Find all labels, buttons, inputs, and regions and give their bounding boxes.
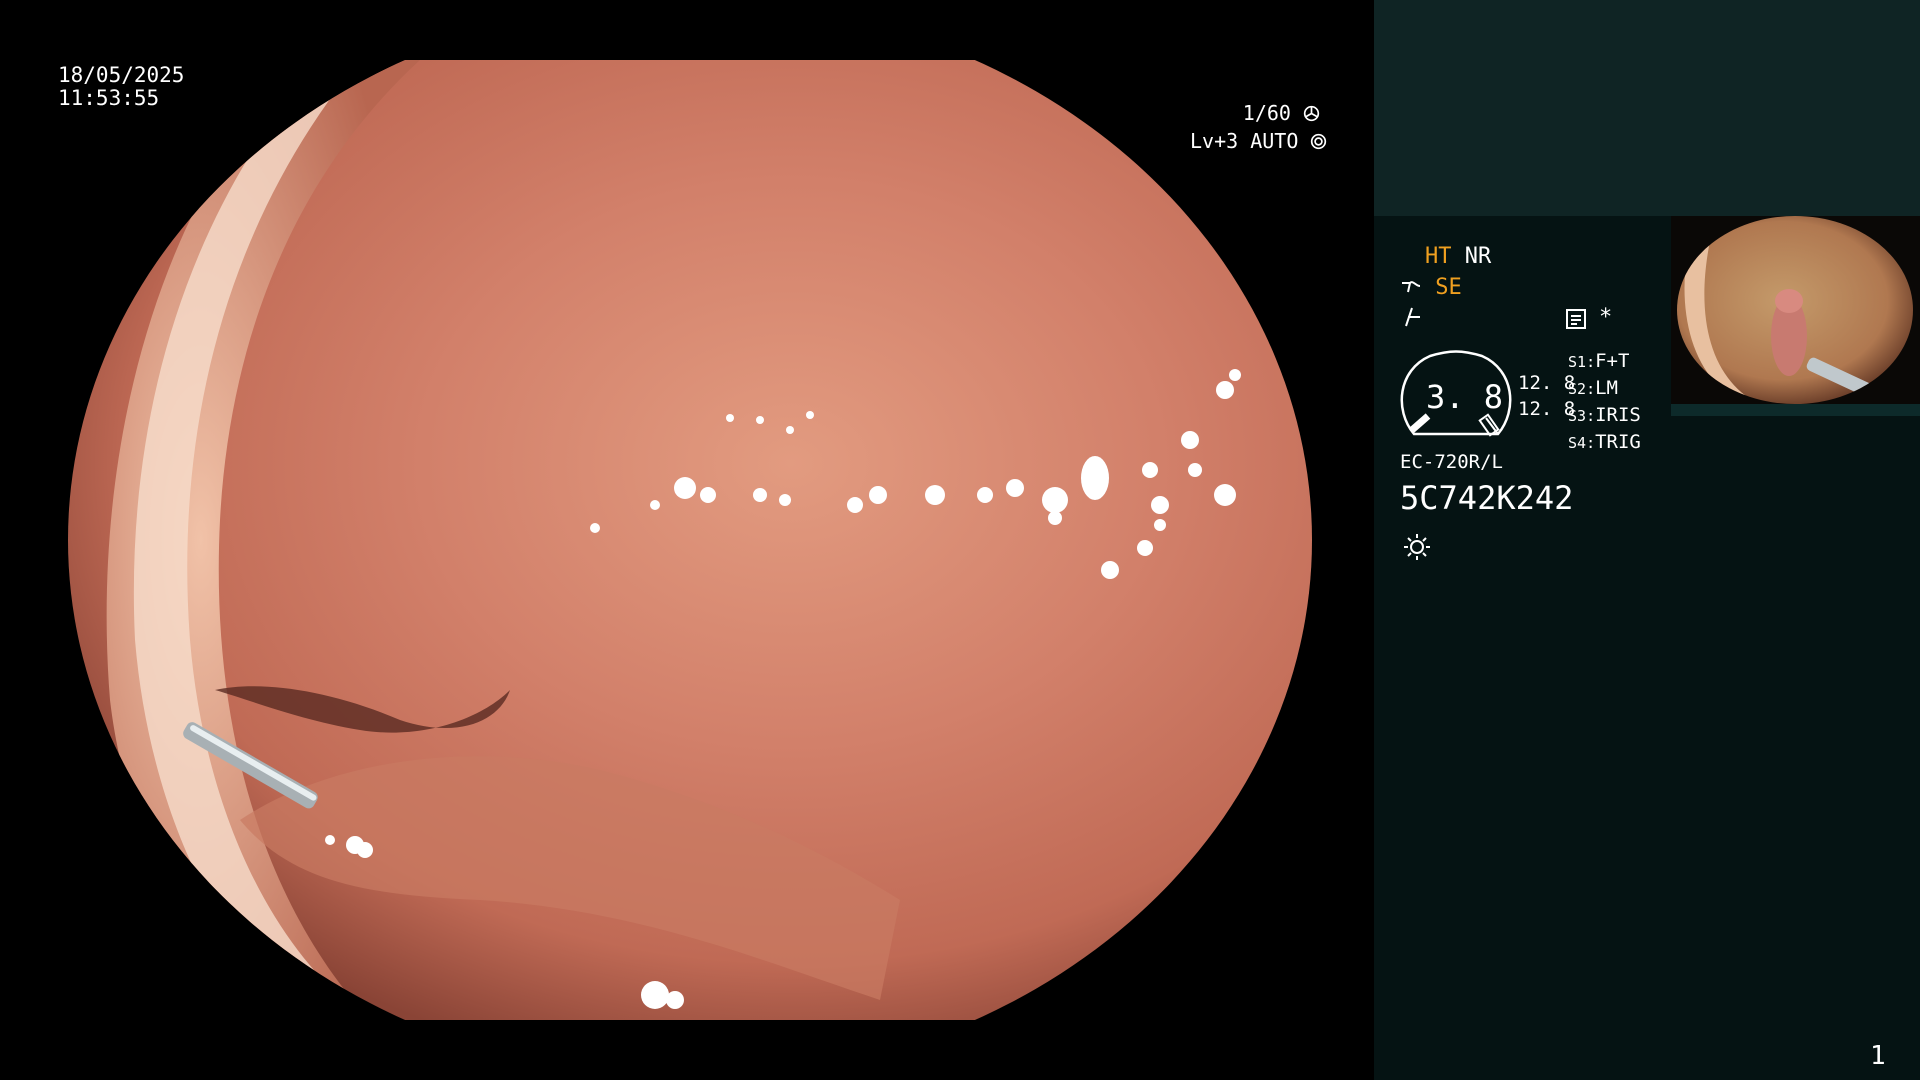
switch-settings: S1:F+T S2:LM S3:IRIS S4:TRIG xyxy=(1568,348,1641,456)
time-text: 11:53:55 xyxy=(58,86,160,110)
switch-row: S1:F+T xyxy=(1568,350,1630,372)
mode-row: HT NR xyxy=(1425,245,1491,269)
switch-value: TRIG xyxy=(1595,431,1641,453)
exposure-info: 1/60 Lv+3 AUTO xyxy=(1190,99,1327,155)
endoscopic-view xyxy=(68,60,1312,1020)
switch-key: S4 xyxy=(1568,434,1587,452)
enhancement-values: 12. 8 12. 8 xyxy=(1518,370,1575,422)
switch-value: IRIS xyxy=(1595,404,1641,426)
scope-model: EC-720R/L xyxy=(1400,451,1503,473)
scope-pump-icon xyxy=(1402,281,1421,293)
mode-ht: HT xyxy=(1425,244,1452,269)
mode-se: SE xyxy=(1435,275,1462,300)
switch-key: S2 xyxy=(1568,380,1587,398)
enhancement-value-2: 12. 8 xyxy=(1518,398,1576,420)
iris-icon xyxy=(1311,133,1327,150)
switch-row: S2:LM xyxy=(1568,377,1618,399)
shutter-text: 1/60 xyxy=(1242,101,1291,125)
panel-header-area xyxy=(1374,0,1920,216)
flash-icon xyxy=(1405,307,1420,327)
record-icon xyxy=(1566,309,1586,329)
brightness-row xyxy=(1402,532,1432,566)
asterisk-mark: * xyxy=(1599,305,1613,330)
page-number: 1 xyxy=(1870,1041,1886,1071)
se-row: SE xyxy=(1400,276,1462,300)
flash-row xyxy=(1402,306,1424,332)
thumbnail-status-bar xyxy=(1671,404,1920,416)
record-row: * xyxy=(1565,306,1612,334)
scope-serial: 5C742K242 xyxy=(1400,479,1574,517)
enhancement-value-1: 12. 8 xyxy=(1518,372,1576,394)
aperture-icon xyxy=(1303,105,1320,122)
switch-row: S4:TRIG xyxy=(1568,431,1641,453)
timestamp: 18/05/2025 11:53:55 xyxy=(58,64,184,110)
switch-key: S3 xyxy=(1568,407,1587,425)
thumbnail-preview xyxy=(1671,216,1920,404)
zoom-value: 3. 8 xyxy=(1426,378,1504,416)
mode-nr: NR xyxy=(1464,244,1492,269)
level-text: Lv+3 AUTO xyxy=(1190,129,1299,153)
zoom-gauge: 3. 8 xyxy=(1400,350,1512,442)
switch-row: S3:IRIS xyxy=(1568,404,1641,426)
date-text: 18/05/2025 xyxy=(58,63,185,87)
brightness-icon xyxy=(1404,534,1430,560)
switch-value: F+T xyxy=(1595,350,1630,372)
switch-value: LM xyxy=(1595,377,1618,399)
switch-key: S1 xyxy=(1568,353,1587,371)
